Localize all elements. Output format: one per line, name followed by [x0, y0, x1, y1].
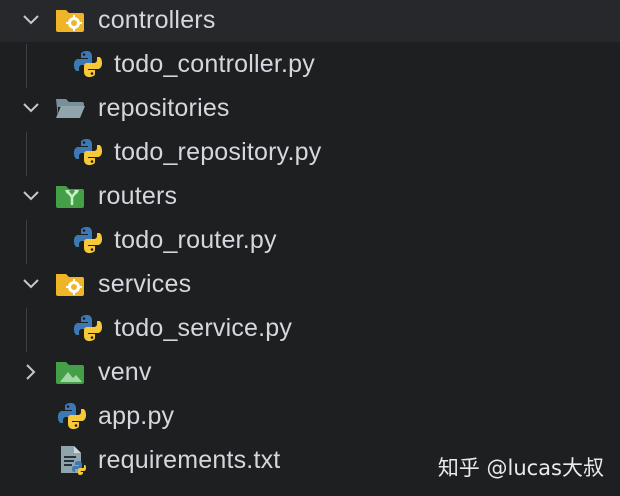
tree-item-file[interactable]: app.py [0, 394, 620, 438]
tree-item-label: venv [98, 358, 152, 386]
file-explorer-tree: controllers todo_controller.py repositor… [0, 0, 620, 496]
text-file-icon [56, 445, 88, 475]
chevron-down-icon[interactable] [20, 97, 42, 119]
tree-item-label: app.py [98, 402, 175, 430]
folder-open-icon [54, 93, 86, 123]
python-file-icon [72, 225, 104, 255]
tree-item-repositories-folder[interactable]: repositories [0, 86, 620, 130]
tree-item-services-folder[interactable]: services [0, 262, 620, 306]
tree-item-routers-folder[interactable]: routers [0, 174, 620, 218]
folder-settings-icon [54, 269, 86, 299]
tree-item-label: repositories [98, 94, 230, 122]
folder-routes-icon [54, 181, 86, 211]
python-file-icon [72, 49, 104, 79]
tree-item-label: controllers [98, 6, 216, 34]
watermark: 知乎 @lucas大叔 [437, 456, 604, 480]
folder-environment-icon [54, 357, 86, 387]
tree-item-label: todo_router.py [114, 226, 277, 254]
tree-item-label: todo_controller.py [114, 50, 315, 78]
tree-item-file[interactable]: todo_repository.py [0, 130, 620, 174]
tree-item-file[interactable]: todo_controller.py [0, 42, 620, 86]
chevron-down-icon[interactable] [20, 9, 42, 31]
tree-item-label: requirements.txt [98, 446, 281, 474]
tree-item-label: services [98, 270, 192, 298]
folder-settings-icon [54, 5, 86, 35]
python-file-icon [72, 137, 104, 167]
tree-item-label: todo_service.py [114, 314, 293, 342]
tree-item-label: routers [98, 182, 178, 210]
tree-item-venv-folder[interactable]: venv [0, 350, 620, 394]
tree-item-file[interactable]: todo_router.py [0, 218, 620, 262]
python-file-icon [72, 313, 104, 343]
chevron-right-icon[interactable] [20, 361, 42, 383]
tree-item-file[interactable]: todo_service.py [0, 306, 620, 350]
chevron-down-icon[interactable] [20, 185, 42, 207]
chevron-down-icon[interactable] [20, 273, 42, 295]
python-file-icon [56, 401, 88, 431]
tree-item-controllers-folder[interactable]: controllers [0, 0, 620, 42]
tree-item-label: todo_repository.py [114, 138, 322, 166]
